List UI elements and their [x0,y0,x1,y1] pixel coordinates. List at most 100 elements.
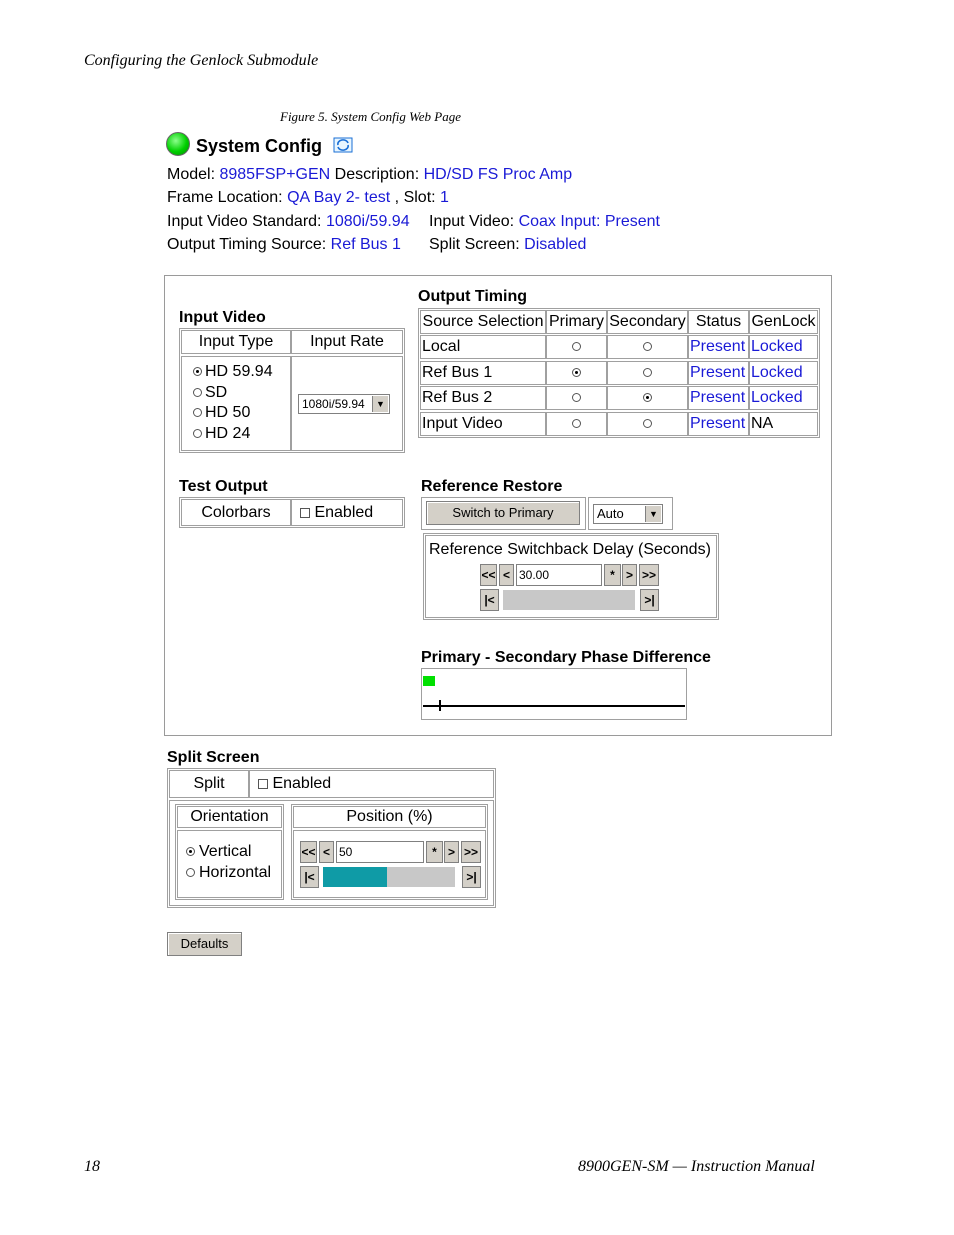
secondary-cell [607,360,688,385]
position-value-input[interactable]: 50 [336,841,424,863]
orientation-label: Horizontal [199,864,272,881]
colorbars-enabled-checkbox[interactable] [300,507,310,518]
split-enabled-label: Enabled [272,775,332,792]
restore-mode-select[interactable]: Auto ▼ [593,504,663,524]
status-badge[interactable]: Present [688,411,749,436]
split-label: Split [169,770,249,798]
page-title: System Config [196,136,323,156]
source-name: Ref Bus 1 [420,360,546,385]
orientation-option[interactable]: Horizontal [186,864,271,882]
position-header: Position (%) [293,806,486,828]
input-type-label: SD [205,383,228,401]
switch-to-primary-button[interactable]: Switch to Primary [426,501,580,525]
position-slider-track[interactable] [323,867,455,887]
input-type-header: Input Type [181,330,291,354]
orientation-radio[interactable] [186,868,195,878]
position-mark-button[interactable]: * [426,841,443,863]
secondary-radio[interactable] [643,367,652,377]
status-badge[interactable]: Present [688,360,749,385]
status-badge[interactable]: Present [688,335,749,359]
secondary-radio[interactable] [643,418,652,428]
genlock-status: NA [749,411,818,436]
delay-value-input[interactable]: 30.00 [516,564,602,586]
dropdown-arrow-icon: ▼ [645,506,661,522]
position-fast-rewind-button[interactable]: << [300,841,317,863]
figure-caption: Figure 5. System Config Web Page [280,109,462,124]
input-type-option[interactable]: SD [193,384,227,402]
running-title: Configuring the Genlock Submodule [84,52,319,69]
orientation-option[interactable]: Vertical [186,843,251,861]
colorbars-enable-cell: Enabled [291,499,403,526]
primary-cell [546,411,607,436]
input-standard-value[interactable]: 1080i/59.94 [326,213,410,230]
input-standard-label: Input Video Standard: [167,213,322,230]
switchback-delay-label: Reference Switchback Delay (Seconds) [429,541,711,558]
orientation-label: Vertical [199,843,252,860]
output-timing-value[interactable]: Ref Bus 1 [331,236,401,253]
colorbars-enabled-label: Enabled [314,504,374,521]
input-type-radio[interactable] [193,387,202,397]
secondary-cell [607,386,688,410]
delay-to-start-button[interactable]: |< [480,589,499,611]
split-enabled-checkbox[interactable] [258,778,268,789]
input-video-value[interactable]: Coax Input [519,213,596,230]
position-rewind-button[interactable]: < [319,841,334,863]
split-screen-value[interactable]: Disabled [524,236,586,253]
frame-value[interactable]: QA Bay 2- test [287,189,390,206]
status-badge[interactable]: Present [688,386,749,410]
model-line: Model: 8985FSP+GEN Description: HD/SD FS… [167,166,572,184]
input-type-option[interactable]: HD 59.94 [193,363,273,381]
manual-title: 8900GEN-SM — Instruction Manual [578,1158,815,1175]
input-type-option[interactable]: HD 24 [193,425,250,443]
frame-label: Frame Location: [167,189,283,206]
primary-radio[interactable] [572,393,581,403]
delay-mark-button[interactable]: * [604,564,621,586]
split-screen-title: Split Screen [167,749,260,766]
secondary-radio[interactable] [643,342,652,352]
output-timing-title: Output Timing [418,288,528,305]
test-output-title: Test Output [179,478,268,495]
primary-radio[interactable] [572,367,581,377]
defaults-button[interactable]: Defaults [167,932,242,956]
phase-axis [423,705,685,707]
delay-forward-button[interactable]: > [622,564,637,586]
description-value[interactable]: HD/SD FS Proc Amp [424,166,572,183]
input-type-radio[interactable] [193,408,202,418]
output-timing-header: Secondary [607,310,688,334]
input-type-label: HD 50 [205,404,251,421]
primary-cell [546,335,607,359]
colorbars-label: Colorbars [181,499,291,526]
genlock-status[interactable]: Locked [749,335,818,359]
refresh-icon[interactable] [333,137,353,153]
restore-mode-value: Auto [597,506,624,521]
input-rate-header: Input Rate [291,330,403,354]
position-to-end-button[interactable]: >| [462,866,481,888]
primary-radio[interactable] [572,418,581,428]
position-forward-button[interactable]: > [444,841,459,863]
position-fast-forward-button[interactable]: >> [461,841,481,863]
input-video-status[interactable]: Present [605,213,660,230]
orientation-radio[interactable] [186,847,195,857]
delay-fast-forward-button[interactable]: >> [639,564,659,586]
delay-slider-track[interactable] [503,590,635,610]
input-type-radio[interactable] [193,428,202,438]
delay-rewind-button[interactable]: < [499,564,514,586]
model-value[interactable]: 8985FSP+GEN [219,166,330,183]
slot-value[interactable]: 1 [440,189,449,206]
genlock-status[interactable]: Locked [749,360,818,385]
genlock-status[interactable]: Locked [749,386,818,410]
output-timing-line: Output Timing Source: Ref Bus 1 [167,236,401,254]
output-timing-header: Source Selection [420,310,546,334]
primary-radio[interactable] [572,342,581,352]
phase-tick [439,700,441,711]
input-rate-select[interactable]: 1080i/59.94 ▼ [298,394,390,414]
phase-display [421,668,687,720]
secondary-radio[interactable] [643,393,652,403]
delay-fast-rewind-button[interactable]: << [480,564,497,586]
source-name: Ref Bus 2 [420,386,546,410]
position-slider-fill [323,867,387,887]
delay-to-end-button[interactable]: >| [640,589,659,611]
input-type-option[interactable]: HD 50 [193,404,250,422]
position-to-start-button[interactable]: |< [300,866,319,888]
input-type-radio[interactable] [193,367,202,377]
